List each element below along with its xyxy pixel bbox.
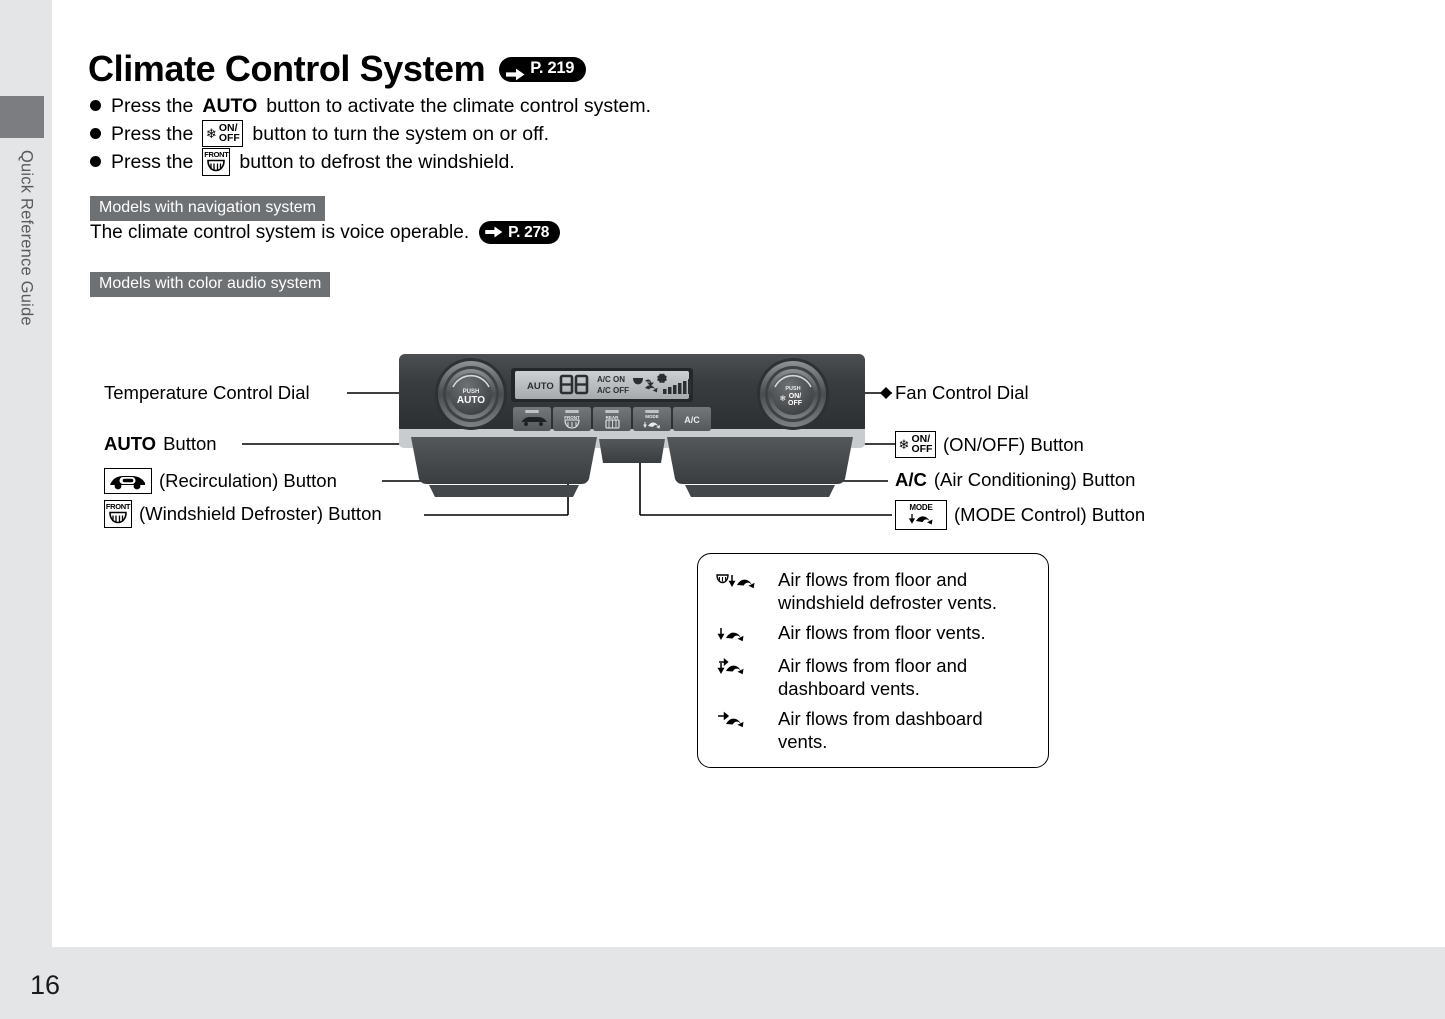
callout-ac-rest: (Air Conditioning) Button bbox=[933, 469, 1136, 490]
front-defroster-button: FRONT bbox=[553, 407, 591, 431]
ac-button: A/C bbox=[673, 407, 711, 431]
recirculation-button bbox=[513, 407, 551, 431]
lcd-ac-off-label: A/C OFF bbox=[597, 386, 629, 395]
left-dial-auto-label: AUTO bbox=[457, 395, 485, 406]
callout-auto-rest: Button bbox=[163, 433, 217, 454]
footer-band bbox=[0, 947, 1445, 1019]
callout-mode-label: (MODE Control) Button bbox=[954, 504, 1146, 525]
front-caption: FRONT bbox=[564, 415, 580, 420]
legend-text: Air flows from floor and dashboard vents… bbox=[778, 655, 968, 699]
callout-windshield-defroster-button: FRONT (Windshield Defroster) Button bbox=[104, 500, 382, 528]
sidebar-section-label-text: Quick Reference Guide bbox=[17, 150, 36, 326]
rear-caption: REAR bbox=[606, 415, 620, 420]
fan-glyph-icon: ❄ bbox=[898, 437, 910, 452]
callout-temperature-dial-label: Temperature Control Dial bbox=[104, 382, 310, 403]
callout-fan-dial: Fan Control Dial bbox=[895, 382, 1029, 404]
callout-ac-bold: A/C bbox=[895, 469, 927, 490]
callout-recirculation-label: (Recirculation) Button bbox=[159, 470, 337, 491]
recirculation-icon bbox=[104, 468, 152, 494]
callout-ac-button: A/C (Air Conditioning) Button bbox=[895, 469, 1135, 491]
button-row: FRONT REAR MODE A/C bbox=[513, 407, 711, 431]
leader-diamond bbox=[880, 387, 892, 399]
onoff-stacked-label: ON/OFF bbox=[911, 433, 933, 455]
list-item: Air flows from floor and windshield defr… bbox=[716, 568, 1032, 614]
airflow-legend: Air flows from floor and windshield defr… bbox=[697, 553, 1049, 768]
right-dial-off-label: OFF bbox=[788, 400, 803, 407]
defroster-glyph-icon bbox=[109, 511, 127, 524]
legend-text: Air flows from floor and windshield defr… bbox=[778, 569, 998, 613]
callout-recirculation-button: (Recirculation) Button bbox=[104, 468, 337, 494]
lcd-ac-on-label: A/C ON bbox=[597, 375, 625, 384]
ac-caption: A/C bbox=[684, 415, 700, 425]
fan-onoff-icon: ❄ ON/OFF bbox=[895, 431, 936, 458]
callout-auto-button: AUTO Button bbox=[104, 433, 217, 455]
right-dial-push-label: PUSH bbox=[785, 386, 800, 392]
legend-text: Air flows from floor vents. bbox=[778, 622, 986, 643]
manual-page: Quick Reference Guide 16 Climate Control… bbox=[0, 0, 1445, 1019]
right-dial-fan-glyph-icon: ❄ bbox=[780, 394, 787, 403]
callout-onoff-label: (ON/OFF) Button bbox=[943, 433, 1084, 455]
climate-panel-diagram: AUTO A/C ON A/C OFF PUSH AUTO PUSH ON/ O… bbox=[52, 0, 1445, 947]
callout-auto-bold: AUTO bbox=[104, 433, 157, 454]
mode-word-label: MODE bbox=[909, 503, 933, 512]
legend-text: Air flows from dashboard vents. bbox=[778, 708, 983, 752]
mode-icon: MODE bbox=[895, 500, 947, 530]
front-word-label: FRONT bbox=[105, 502, 131, 511]
list-item: Air flows from dashboard vents. bbox=[716, 707, 1032, 753]
floor-airflow-icon bbox=[716, 621, 762, 647]
fan-control-dial: PUSH ON/ OFF ❄ bbox=[757, 358, 829, 430]
sidebar-section-label: Quick Reference Guide bbox=[0, 150, 52, 450]
sidebar: Quick Reference Guide bbox=[0, 0, 52, 1019]
callout-onoff-button: ❄ ON/OFF (ON/OFF) Button bbox=[895, 431, 1084, 458]
mode-caption: MODE bbox=[645, 414, 659, 419]
lcd-auto-label: AUTO bbox=[527, 381, 554, 392]
climate-control-unit-illustration: AUTO A/C ON A/C OFF PUSH AUTO PUSH ON/ O… bbox=[399, 354, 865, 497]
page-content: Climate Control System P. 219 Press the … bbox=[52, 0, 1445, 947]
page-number: 16 bbox=[30, 970, 61, 1000]
list-item: Air flows from floor and dashboard vents… bbox=[716, 654, 1032, 700]
mode-airflow-glyph-icon bbox=[908, 514, 933, 525]
callout-windshield-defroster-label: (Windshield Defroster) Button bbox=[139, 503, 382, 524]
dash-airflow-icon bbox=[716, 707, 762, 733]
callout-mode-button: MODE (MODE Control) Button bbox=[895, 500, 1145, 530]
list-item: Air flows from floor vents. bbox=[716, 621, 1032, 647]
callout-temperature-dial: Temperature Control Dial bbox=[104, 382, 310, 404]
right-dial-on-label: ON/ bbox=[789, 393, 802, 400]
sidebar-section-tab bbox=[0, 96, 44, 138]
defrost-floor-airflow-icon bbox=[716, 568, 762, 594]
callout-fan-dial-label: Fan Control Dial bbox=[895, 382, 1029, 403]
floor-dash-airflow-icon bbox=[716, 654, 762, 680]
recirculation-car-glyph-icon bbox=[110, 475, 145, 489]
mode-button: MODE bbox=[633, 407, 671, 431]
temperature-control-dial: PUSH AUTO bbox=[435, 358, 507, 430]
rear-defogger-button: REAR bbox=[593, 407, 631, 431]
front-defroster-icon: FRONT bbox=[104, 500, 132, 528]
